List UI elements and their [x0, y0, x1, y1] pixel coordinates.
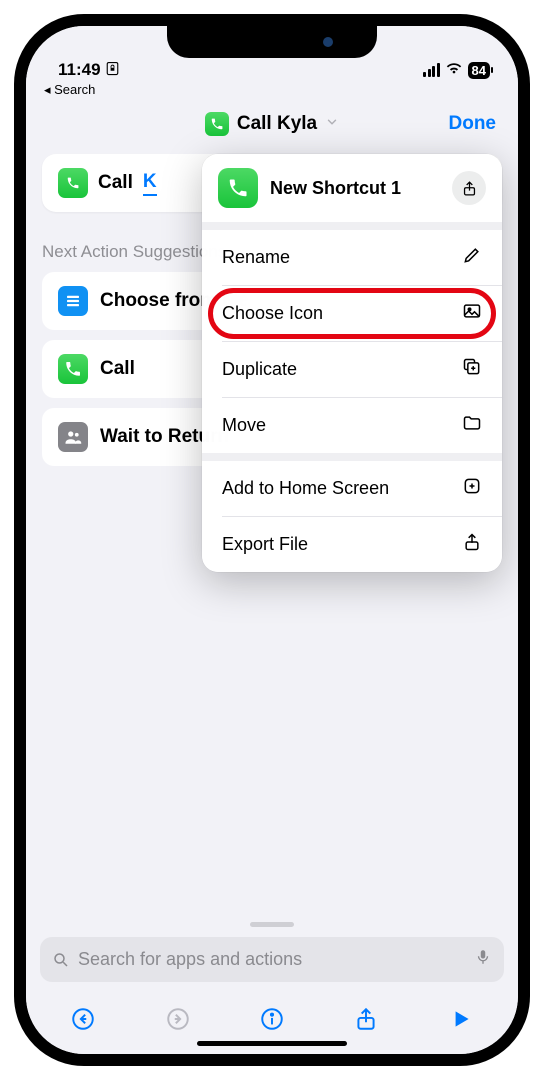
menu-icon — [58, 286, 88, 316]
folder-icon — [462, 413, 482, 438]
sheet-grabber[interactable] — [250, 922, 294, 927]
menu-rename[interactable]: Rename — [202, 230, 502, 285]
phone-icon — [205, 112, 229, 136]
play-button[interactable] — [444, 1002, 478, 1036]
menu-choose-icon[interactable]: Choose Icon — [202, 286, 502, 341]
info-button[interactable] — [255, 1002, 289, 1036]
done-button[interactable]: Done — [449, 113, 497, 135]
breadcrumb[interactable]: ◂ Search — [26, 82, 518, 102]
navbar: Call Kyla Done — [26, 102, 518, 154]
home-indicator[interactable] — [197, 1041, 347, 1046]
menu-export[interactable]: Export File — [202, 517, 502, 572]
wifi-icon — [445, 60, 463, 80]
status-time: 11:49 — [58, 60, 101, 80]
rotation-lock-icon — [105, 61, 120, 80]
contacts-icon — [58, 422, 88, 452]
phone-icon — [58, 354, 88, 384]
notch — [167, 26, 377, 58]
menu-duplicate[interactable]: Duplicate — [202, 342, 502, 397]
chevron-down-icon[interactable] — [325, 113, 339, 135]
share-button[interactable] — [452, 171, 486, 205]
menu-move[interactable]: Move — [202, 398, 502, 453]
search-input[interactable]: Search for apps and actions — [40, 937, 504, 982]
phone-icon — [218, 168, 258, 208]
menu-label: Duplicate — [222, 359, 297, 380]
page-title[interactable]: Call Kyla — [237, 113, 317, 135]
mic-icon[interactable] — [474, 948, 492, 971]
menu-label: Rename — [222, 247, 290, 268]
menu-label: Move — [222, 415, 266, 436]
menu-label: Export File — [222, 534, 308, 555]
action-verb: Call — [98, 172, 133, 194]
search-icon — [52, 951, 70, 969]
menu-label: Choose Icon — [222, 303, 323, 324]
duplicate-icon — [462, 357, 482, 382]
action-param[interactable]: K — [143, 171, 157, 196]
add-home-icon — [462, 476, 482, 501]
battery-icon: 84 — [468, 62, 490, 79]
search-placeholder: Search for apps and actions — [78, 949, 302, 970]
menu-add-home[interactable]: Add to Home Screen — [202, 461, 502, 516]
pencil-icon — [462, 245, 482, 270]
menu-label: Add to Home Screen — [222, 478, 389, 499]
undo-button[interactable] — [66, 1002, 100, 1036]
photo-icon — [462, 301, 482, 326]
popover-title: New Shortcut 1 — [270, 178, 440, 199]
context-menu: New Shortcut 1 Rename Choose Icon — [202, 154, 502, 572]
share-button[interactable] — [349, 1002, 383, 1036]
export-icon — [462, 532, 482, 557]
redo-button[interactable] — [161, 1002, 195, 1036]
phone-frame: 11:49 84 ◂ Search Call Kyla — [14, 14, 530, 1066]
cellular-icon — [423, 63, 440, 77]
phone-icon — [58, 168, 88, 198]
suggestion-label: Call — [100, 358, 135, 380]
